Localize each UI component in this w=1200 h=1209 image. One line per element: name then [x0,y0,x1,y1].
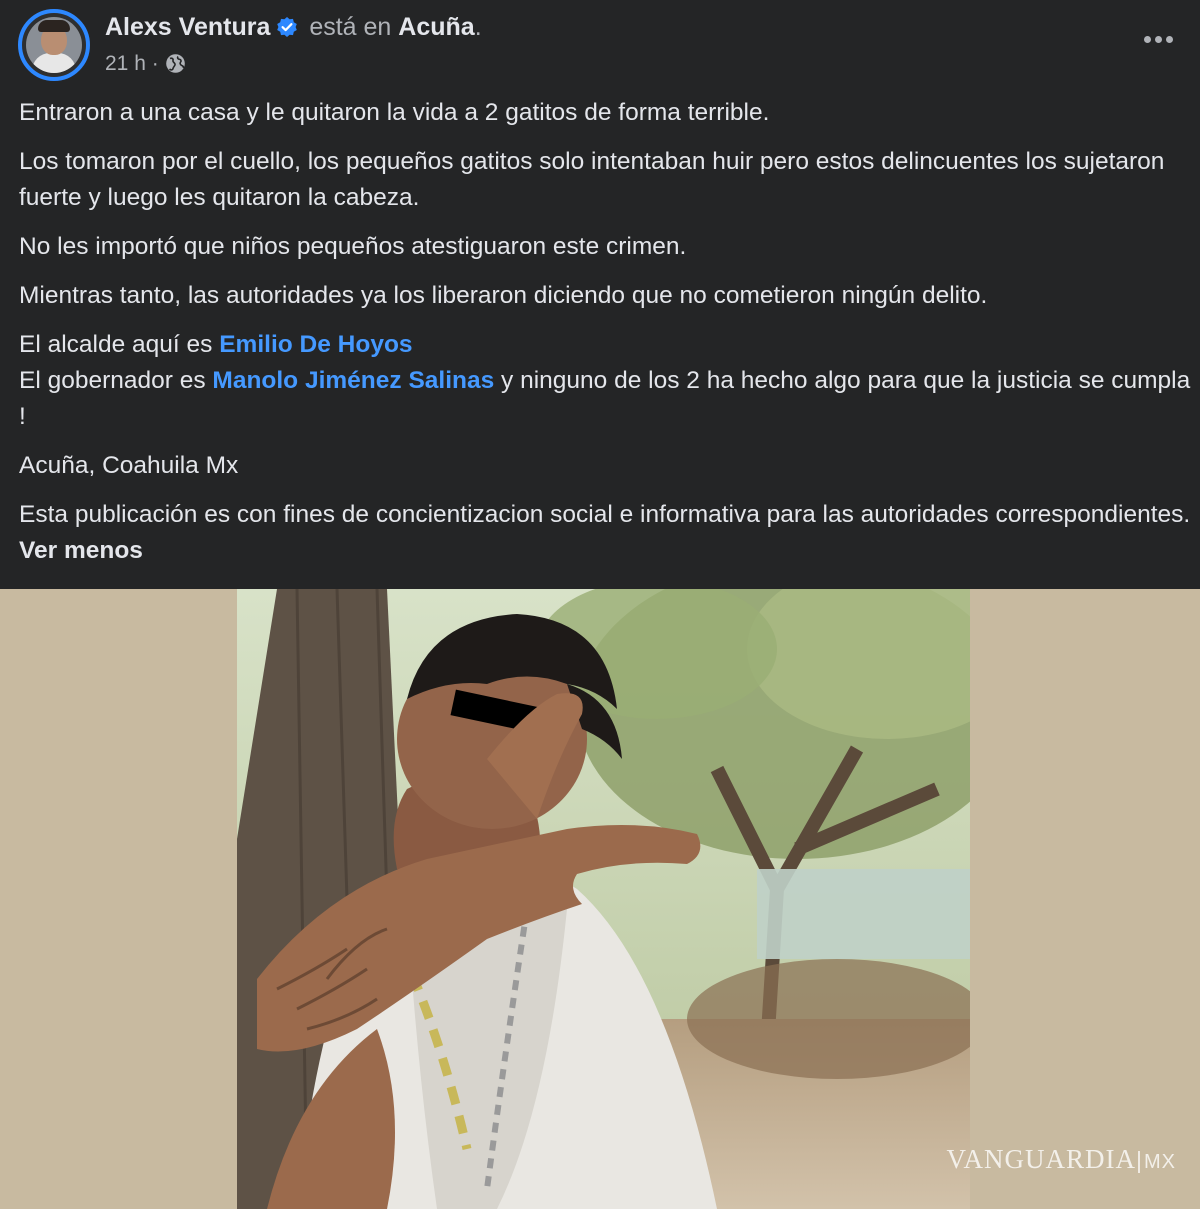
post-header: Alexs Ventura está en Acuña. 21 h · [0,0,1200,92]
watermark-suffix: MX [1138,1151,1176,1173]
more-options-icon [1143,35,1151,43]
mention-manolo-jimenez-salinas[interactable]: Manolo Jiménez Salinas [212,367,494,394]
paragraph-2: Los tomaron por el cuello, los pequeños … [19,148,1165,211]
paragraph-5-6: El alcalde aquí es Emilio De Hoyos El go… [19,327,1191,435]
more-options-button[interactable] [1138,24,1178,54]
mayor-text: El alcalde aquí es [19,331,220,358]
location-prefix: está en [309,13,392,41]
author-avatar[interactable] [18,9,90,81]
paragraph-8: Esta publicación es con fines de concien… [19,497,1191,569]
vanguardia-watermark: VANGUARDIA MX [946,1144,1176,1175]
watermark-main: VANGUARDIA [946,1144,1136,1174]
verified-badge-icon [276,15,298,37]
mention-emilio-de-hoyos[interactable]: Emilio De Hoyos [219,331,412,358]
post-photo[interactable] [237,589,970,1209]
paragraph-1: Entraron a una casa y le quitaron la vid… [19,99,770,126]
post-text: Entraron a una casa y le quitaron la vid… [19,95,1191,582]
globe-icon[interactable] [165,53,186,74]
paragraph-7: Acuña, Coahuila Mx [19,452,239,479]
see-less-link[interactable]: Ver menos [19,537,143,564]
paragraph-3: No les importó que niños pequeños atesti… [19,233,687,260]
post-timestamp[interactable]: 21 h [105,52,146,75]
author-name[interactable]: Alexs Ventura [105,13,270,41]
author-line: Alexs Ventura está en Acuña. [105,12,482,42]
paragraph-4: Mientras tanto, las autoridades ya los l… [19,282,988,309]
location-suffix: . [474,13,482,41]
disclaimer-text: Esta publicación es con fines de concien… [19,501,1191,528]
avatar-photo [26,17,82,73]
post-meta: 21 h · [105,50,186,78]
location-link[interactable]: Acuña [398,13,474,41]
post-media[interactable]: VANGUARDIA MX [0,589,1200,1209]
meta-separator: · [151,52,159,75]
governor-text: El gobernador es [19,367,213,394]
